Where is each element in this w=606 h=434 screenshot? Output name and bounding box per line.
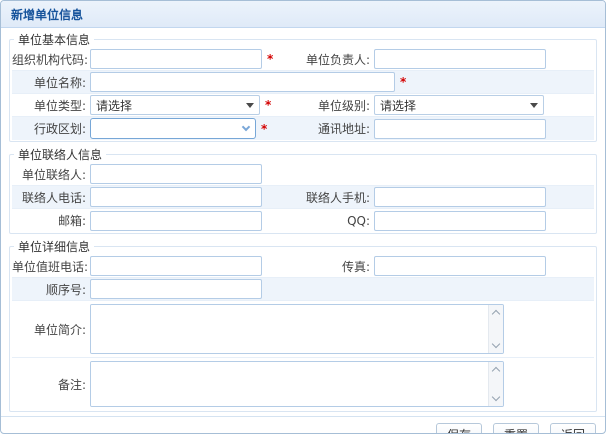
remark-label: 备注: — [12, 376, 90, 393]
scrollbar[interactable] — [488, 305, 503, 353]
form-row-remark: 备注: — [12, 358, 594, 410]
remark-textarea[interactable] — [91, 362, 488, 406]
org-code-input[interactable] — [90, 49, 262, 69]
form-row-contact-person: 单位联络人: — [12, 163, 594, 186]
unit-level-selected-value: 请选择 — [380, 97, 416, 114]
scroll-up-icon[interactable] — [492, 367, 500, 375]
admin-region-label: 行政区划: — [12, 120, 90, 137]
required-asterisk: * — [400, 76, 406, 88]
seq-no-label: 顺序号: — [12, 281, 90, 298]
fax-label: 传真: — [304, 258, 374, 275]
unit-name-input[interactable] — [90, 72, 395, 92]
qq-input[interactable] — [374, 211, 546, 231]
unit-type-select[interactable]: 请选择 — [90, 95, 260, 115]
scroll-down-icon[interactable] — [492, 393, 500, 401]
unit-type-selected-value: 请选择 — [96, 97, 132, 114]
form-row-dutyphone-fax: 单位值班电话: 传真: — [12, 255, 594, 278]
scroll-up-icon[interactable] — [492, 310, 500, 318]
required-asterisk: * — [261, 123, 267, 135]
window-titlebar: 新增单位信息 — [1, 1, 605, 28]
intro-textarea-wrap — [90, 304, 504, 354]
duty-phone-label: 单位值班电话: — [12, 258, 90, 275]
contact-person-input[interactable] — [90, 164, 262, 184]
leader-label: 单位负责人: — [304, 51, 374, 68]
required-asterisk: * — [267, 53, 273, 65]
qq-label: QQ: — [304, 214, 374, 228]
scrollbar[interactable] — [488, 362, 503, 406]
section-detail-info: 单位详细信息 单位值班电话: 传真: 顺序号: 单位简介: — [9, 238, 597, 412]
form-row-phone-mobile: 联络人电话: 联络人手机: — [12, 186, 594, 209]
org-code-label: 组织机构代码: — [12, 51, 90, 68]
form-row-unit-name: 单位名称: * — [12, 71, 594, 94]
save-button[interactable]: 保存 — [436, 423, 482, 434]
scroll-down-icon[interactable] — [492, 340, 500, 348]
remark-textarea-wrap — [90, 361, 504, 407]
seq-no-input[interactable] — [90, 279, 262, 299]
contact-mobile-input[interactable] — [374, 187, 546, 207]
form-row-email-qq: 邮箱: QQ: — [12, 209, 594, 232]
address-label: 通讯地址: — [304, 120, 374, 137]
email-label: 邮箱: — [12, 212, 90, 229]
intro-label: 单位简介: — [12, 321, 90, 338]
contact-phone-input[interactable] — [90, 187, 262, 207]
contact-phone-label: 联络人电话: — [12, 189, 90, 206]
address-input[interactable] — [374, 119, 546, 139]
section-contact-legend: 单位联络人信息 — [14, 146, 106, 163]
section-basic-legend: 单位基本信息 — [14, 31, 94, 48]
unit-level-select[interactable]: 请选择 — [374, 95, 544, 115]
form-row-seq-no: 顺序号: — [12, 278, 594, 301]
form-row-region-address: 行政区划: * 通讯地址: — [12, 117, 594, 140]
section-contact-info: 单位联络人信息 单位联络人: 联络人电话: 联络人手机: 邮箱: QQ: — [9, 146, 597, 234]
reset-button[interactable]: 重置 — [493, 423, 539, 434]
leader-input[interactable] — [374, 49, 546, 69]
duty-phone-input[interactable] — [90, 256, 262, 276]
admin-region-combobox[interactable] — [90, 118, 256, 139]
form-row-orgcode-leader: 组织机构代码: * 单位负责人: — [12, 48, 594, 71]
add-unit-window: 新增单位信息 单位基本信息 组织机构代码: * 单位负责人: 单位名称: * 单… — [0, 0, 606, 434]
form-row-type-level: 单位类型: 请选择 * 单位级别: 请选择 — [12, 94, 594, 117]
contact-mobile-label: 联络人手机: — [304, 189, 374, 206]
email-input[interactable] — [90, 211, 262, 231]
dropdown-arrow-icon — [530, 103, 538, 108]
contact-person-label: 单位联络人: — [12, 166, 90, 183]
dropdown-arrow-icon — [246, 103, 254, 108]
page-title: 新增单位信息 — [11, 6, 83, 23]
intro-textarea[interactable] — [91, 305, 488, 353]
fax-input[interactable] — [374, 256, 546, 276]
section-detail-legend: 单位详细信息 — [14, 238, 94, 255]
footer-toolbar: 保存 重置 返回 — [1, 416, 605, 434]
unit-type-label: 单位类型: — [12, 97, 90, 114]
section-basic-info: 单位基本信息 组织机构代码: * 单位负责人: 单位名称: * 单位类型: — [9, 31, 597, 142]
unit-level-label: 单位级别: — [304, 97, 374, 114]
unit-name-label: 单位名称: — [12, 74, 90, 91]
back-button[interactable]: 返回 — [550, 423, 596, 434]
chevron-down-icon — [242, 123, 250, 131]
form-row-intro: 单位简介: — [12, 301, 594, 358]
required-asterisk: * — [265, 99, 271, 111]
